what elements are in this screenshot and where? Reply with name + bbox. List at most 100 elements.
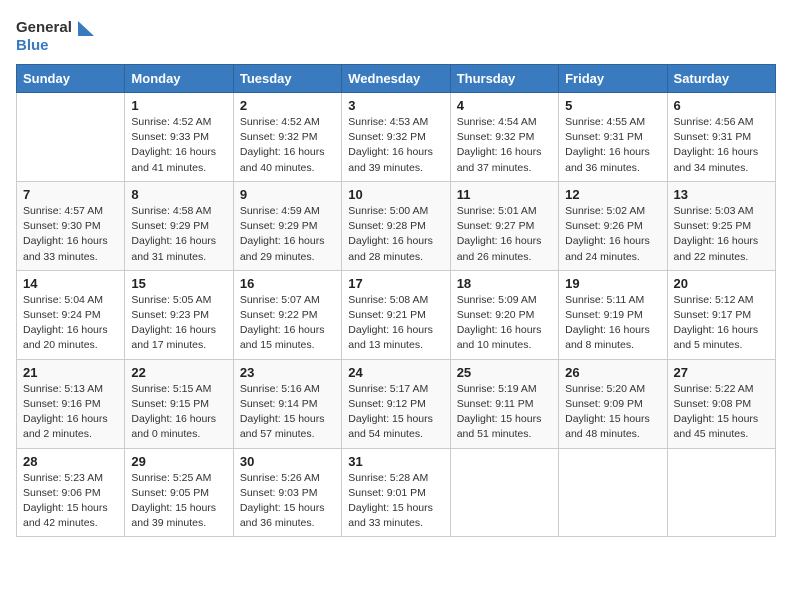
cell-info: Sunrise: 5:08 AM Sunset: 9:21 PM Dayligh… xyxy=(348,293,443,354)
cell-info: Sunrise: 5:07 AM Sunset: 9:22 PM Dayligh… xyxy=(240,293,335,354)
cell-info: Sunrise: 5:01 AM Sunset: 9:27 PM Dayligh… xyxy=(457,204,552,265)
calendar-cell: 15 Sunrise: 5:05 AM Sunset: 9:23 PM Dayli… xyxy=(125,270,233,359)
cell-info: Sunrise: 5:02 AM Sunset: 9:26 PM Dayligh… xyxy=(565,204,660,265)
calendar-cell: 7 Sunrise: 4:57 AM Sunset: 9:30 PM Daylig… xyxy=(17,181,125,270)
week-row-3: 14 Sunrise: 5:04 AM Sunset: 9:24 PM Dayli… xyxy=(17,270,776,359)
logo: GeneralBlue xyxy=(16,16,96,56)
cell-date-number: 30 xyxy=(240,454,335,469)
weekday-header-tuesday: Tuesday xyxy=(233,65,341,93)
calendar-cell: 24Sunrise: 5:17 AM Sunset: 9:12 PM Dayli… xyxy=(342,359,450,448)
calendar-cell xyxy=(17,93,125,182)
cell-info: Sunrise: 4:57 AM Sunset: 9:30 PM Dayligh… xyxy=(23,204,118,265)
cell-date-number: 1 xyxy=(131,98,226,113)
svg-text:General: General xyxy=(16,19,72,36)
calendar-cell xyxy=(667,448,775,537)
cell-date-number: 19 xyxy=(565,276,660,291)
cell-info: Sunrise: 5:28 AM Sunset: 9:01 PM Dayligh… xyxy=(348,471,443,532)
cell-info: Sunrise: 5:04 AM Sunset: 9:24 PM Dayligh… xyxy=(23,293,118,354)
cell-date-number: 5 xyxy=(565,98,660,113)
calendar-cell: 8 Sunrise: 4:58 AM Sunset: 9:29 PM Daylig… xyxy=(125,181,233,270)
cell-date-number: 22 xyxy=(131,365,226,380)
cell-date-number: 10 xyxy=(348,187,443,202)
calendar-cell: 29 Sunrise: 5:25 AM Sunset: 9:05 PM Dayli… xyxy=(125,448,233,537)
calendar-cell: 30 Sunrise: 5:26 AM Sunset: 9:03 PM Dayli… xyxy=(233,448,341,537)
cell-info: Sunrise: 5:05 AM Sunset: 9:23 PM Dayligh… xyxy=(131,293,226,354)
cell-date-number: 2 xyxy=(240,98,335,113)
logo-svg: GeneralBlue xyxy=(16,16,96,56)
cell-date-number: 7 xyxy=(23,187,118,202)
cell-date-number: 23 xyxy=(240,365,335,380)
calendar-cell: 12 Sunrise: 5:02 AM Sunset: 9:26 PM Dayli… xyxy=(559,181,667,270)
page-header: GeneralBlue xyxy=(16,16,776,56)
cell-date-number: 26 xyxy=(565,365,660,380)
calendar-cell: 10 Sunrise: 5:00 AM Sunset: 9:28 PM Dayli… xyxy=(342,181,450,270)
calendar-cell: 20Sunrise: 5:12 AM Sunset: 9:17 PM Dayli… xyxy=(667,270,775,359)
cell-info: Sunrise: 4:55 AM Sunset: 9:31 PM Dayligh… xyxy=(565,115,660,176)
calendar-cell: 22 Sunrise: 5:15 AM Sunset: 9:15 PM Dayli… xyxy=(125,359,233,448)
cell-date-number: 16 xyxy=(240,276,335,291)
calendar-cell: 1 Sunrise: 4:52 AM Sunset: 9:33 PM Daylig… xyxy=(125,93,233,182)
cell-info: Sunrise: 5:11 AM Sunset: 9:19 PM Dayligh… xyxy=(565,293,660,354)
cell-info: Sunrise: 4:52 AM Sunset: 9:33 PM Dayligh… xyxy=(131,115,226,176)
cell-info: Sunrise: 5:12 AM Sunset: 9:17 PM Dayligh… xyxy=(674,293,769,354)
cell-date-number: 4 xyxy=(457,98,552,113)
cell-info: Sunrise: 5:26 AM Sunset: 9:03 PM Dayligh… xyxy=(240,471,335,532)
cell-info: Sunrise: 4:58 AM Sunset: 9:29 PM Dayligh… xyxy=(131,204,226,265)
cell-date-number: 3 xyxy=(348,98,443,113)
cell-date-number: 11 xyxy=(457,187,552,202)
cell-date-number: 17 xyxy=(348,276,443,291)
weekday-header-saturday: Saturday xyxy=(667,65,775,93)
cell-info: Sunrise: 5:13 AM Sunset: 9:16 PM Dayligh… xyxy=(23,382,118,443)
cell-info: Sunrise: 5:16 AM Sunset: 9:14 PM Dayligh… xyxy=(240,382,335,443)
calendar-cell: 17 Sunrise: 5:08 AM Sunset: 9:21 PM Dayli… xyxy=(342,270,450,359)
calendar-cell: 31Sunrise: 5:28 AM Sunset: 9:01 PM Dayli… xyxy=(342,448,450,537)
cell-info: Sunrise: 4:54 AM Sunset: 9:32 PM Dayligh… xyxy=(457,115,552,176)
calendar-cell: 5 Sunrise: 4:55 AM Sunset: 9:31 PM Daylig… xyxy=(559,93,667,182)
cell-date-number: 27 xyxy=(674,365,769,380)
weekday-header-sunday: Sunday xyxy=(17,65,125,93)
cell-info: Sunrise: 5:15 AM Sunset: 9:15 PM Dayligh… xyxy=(131,382,226,443)
cell-info: Sunrise: 5:00 AM Sunset: 9:28 PM Dayligh… xyxy=(348,204,443,265)
cell-info: Sunrise: 5:23 AM Sunset: 9:06 PM Dayligh… xyxy=(23,471,118,532)
cell-info: Sunrise: 4:52 AM Sunset: 9:32 PM Dayligh… xyxy=(240,115,335,176)
weekday-header-wednesday: Wednesday xyxy=(342,65,450,93)
calendar-cell: 3 Sunrise: 4:53 AM Sunset: 9:32 PM Daylig… xyxy=(342,93,450,182)
weekday-header-row: SundayMondayTuesdayWednesdayThursdayFrid… xyxy=(17,65,776,93)
cell-date-number: 8 xyxy=(131,187,226,202)
cell-date-number: 18 xyxy=(457,276,552,291)
cell-date-number: 24 xyxy=(348,365,443,380)
cell-date-number: 12 xyxy=(565,187,660,202)
week-row-5: 28 Sunrise: 5:23 AM Sunset: 9:06 PM Dayli… xyxy=(17,448,776,537)
cell-date-number: 13 xyxy=(674,187,769,202)
calendar-cell: 4 Sunrise: 4:54 AM Sunset: 9:32 PM Daylig… xyxy=(450,93,558,182)
cell-info: Sunrise: 4:56 AM Sunset: 9:31 PM Dayligh… xyxy=(674,115,769,176)
calendar-cell: 23 Sunrise: 5:16 AM Sunset: 9:14 PM Dayli… xyxy=(233,359,341,448)
cell-info: Sunrise: 4:59 AM Sunset: 9:29 PM Dayligh… xyxy=(240,204,335,265)
calendar-cell: 28 Sunrise: 5:23 AM Sunset: 9:06 PM Dayli… xyxy=(17,448,125,537)
cell-date-number: 15 xyxy=(131,276,226,291)
cell-date-number: 9 xyxy=(240,187,335,202)
cell-date-number: 21 xyxy=(23,365,118,380)
cell-info: Sunrise: 5:20 AM Sunset: 9:09 PM Dayligh… xyxy=(565,382,660,443)
cell-info: Sunrise: 5:25 AM Sunset: 9:05 PM Dayligh… xyxy=(131,471,226,532)
cell-date-number: 14 xyxy=(23,276,118,291)
calendar-cell: 21 Sunrise: 5:13 AM Sunset: 9:16 PM Dayli… xyxy=(17,359,125,448)
weekday-header-thursday: Thursday xyxy=(450,65,558,93)
weekday-header-friday: Friday xyxy=(559,65,667,93)
calendar-cell: 11 Sunrise: 5:01 AM Sunset: 9:27 PM Dayli… xyxy=(450,181,558,270)
cell-date-number: 29 xyxy=(131,454,226,469)
calendar-cell: 6Sunrise: 4:56 AM Sunset: 9:31 PM Daylig… xyxy=(667,93,775,182)
cell-info: Sunrise: 5:09 AM Sunset: 9:20 PM Dayligh… xyxy=(457,293,552,354)
calendar-table: SundayMondayTuesdayWednesdayThursdayFrid… xyxy=(16,64,776,537)
calendar-cell: 27Sunrise: 5:22 AM Sunset: 9:08 PM Dayli… xyxy=(667,359,775,448)
calendar-cell: 14 Sunrise: 5:04 AM Sunset: 9:24 PM Dayli… xyxy=(17,270,125,359)
cell-date-number: 28 xyxy=(23,454,118,469)
calendar-cell: 9 Sunrise: 4:59 AM Sunset: 9:29 PM Daylig… xyxy=(233,181,341,270)
week-row-4: 21 Sunrise: 5:13 AM Sunset: 9:16 PM Dayli… xyxy=(17,359,776,448)
calendar-cell: 25Sunrise: 5:19 AM Sunset: 9:11 PM Dayli… xyxy=(450,359,558,448)
calendar-cell: 13 Sunrise: 5:03 AM Sunset: 9:25 PM Dayli… xyxy=(667,181,775,270)
week-row-2: 7 Sunrise: 4:57 AM Sunset: 9:30 PM Daylig… xyxy=(17,181,776,270)
calendar-cell: 2 Sunrise: 4:52 AM Sunset: 9:32 PM Daylig… xyxy=(233,93,341,182)
cell-info: Sunrise: 4:53 AM Sunset: 9:32 PM Dayligh… xyxy=(348,115,443,176)
cell-info: Sunrise: 5:03 AM Sunset: 9:25 PM Dayligh… xyxy=(674,204,769,265)
